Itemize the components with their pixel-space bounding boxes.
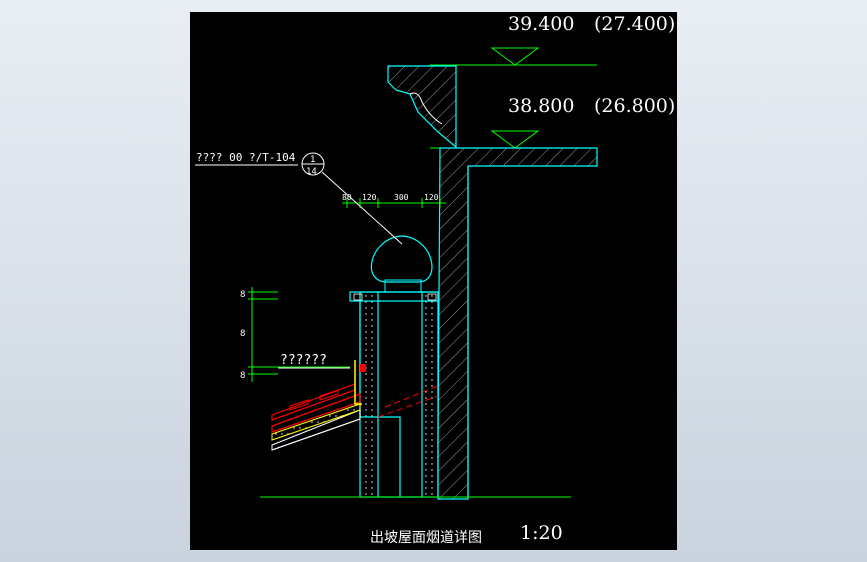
dim-top-4: 120 [424,193,439,202]
vent-ball [370,235,433,293]
flashing-label: ?????? [280,353,327,368]
chimney-wall [359,291,439,498]
dim-left-1: 8 [240,290,245,300]
dim-left-2: 8 [240,329,245,339]
elevation-marker-mid [490,130,540,149]
drawing-sheet: 39.400 (27.400) 38.800 (26.800) 80 120 3… [190,12,677,550]
elevation-top-text: 39.400 [508,13,574,35]
dim-top-3: 300 [394,193,409,202]
detail-num-top: 1 [310,155,315,165]
chimney-detail-drawing: 39.400 (27.400) 38.800 (26.800) 80 120 3… [195,13,675,546]
elevation-marker-top [490,47,540,66]
elevation-mid-alt-text: (26.800) [594,95,675,117]
detail-ref-text: ???? 00 ?/T-104 [196,151,296,164]
roof-slab [437,147,598,500]
detail-num-bottom: 14 [306,167,317,177]
drawing-scale: 1:20 [520,522,563,544]
elevation-top-alt-text: (27.400) [594,13,675,35]
elevation-mid-text: 38.800 [508,95,574,117]
dim-left-3: 8 [240,371,245,381]
drawing-title: 出坡屋面烟道详图 [370,530,482,546]
parapet-cornice [387,65,457,149]
dim-top-2: 120 [362,193,377,202]
